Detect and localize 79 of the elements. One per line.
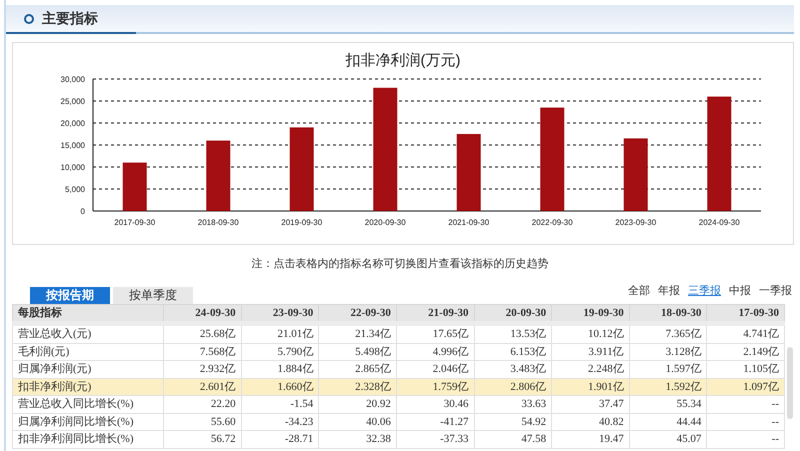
table-row[interactable]: 营业总收入同比增长(%) 22.20 -1.54 20.92 30.46 33.63 37.47 55.34 -- [12, 396, 784, 413]
table-cell: 32.38 [318, 430, 396, 448]
bar [206, 140, 230, 211]
column-header: 19-09-30 [552, 304, 630, 324]
table-cell: 2.932亿 [164, 360, 242, 378]
table-cell: 10.12亿 [552, 324, 630, 343]
table-cell: 19.47 [552, 430, 630, 448]
scrollbar-thumb[interactable] [787, 346, 793, 418]
filter-link[interactable]: 年报 [658, 283, 680, 300]
table-cell: -1.54 [241, 396, 319, 413]
tab[interactable]: 按单季度 [113, 286, 193, 304]
table-cell: 17.65亿 [396, 324, 474, 343]
y-tick-label: 0 [80, 207, 85, 216]
table-cell: 22.20 [164, 396, 242, 413]
table-cell: -28.71 [241, 430, 319, 448]
y-tick-label: 5,000 [64, 185, 85, 194]
table-cell: 1.884亿 [241, 360, 319, 378]
column-header: 17-09-30 [706, 304, 784, 324]
note-text: 注：点击表格内的指标名称可切换图片查看该指标的历史趋势 [252, 256, 548, 272]
column-header: 23-09-30 [241, 304, 319, 324]
column-header: 24-09-30 [164, 304, 242, 324]
table-cell: -- [706, 396, 784, 413]
column-header: 每股指标 [12, 304, 164, 324]
filter-link[interactable]: 三季报 [688, 283, 721, 300]
row-label[interactable]: 扣非净利润同比增长(%) [12, 430, 164, 448]
table-cell: 30.46 [396, 396, 474, 413]
table-cell: 1.105亿 [706, 360, 784, 378]
table-cell: 2.865亿 [318, 360, 396, 378]
x-tick-label: 2022-09-30 [532, 218, 573, 227]
table-cell: 7.365亿 [629, 324, 707, 343]
table-cell: 3.483亿 [474, 360, 552, 378]
table-cell: 47.58 [474, 430, 552, 448]
table-cell: 13.53亿 [474, 324, 552, 343]
x-tick-label: 2019-09-30 [281, 218, 322, 227]
chart-title: 扣非净利润(万元) [346, 50, 460, 70]
column-header: 20-09-30 [474, 304, 552, 324]
table-cell: 1.597亿 [629, 360, 707, 378]
table-cell: 21.34亿 [318, 324, 396, 343]
y-tick-label: 25,000 [60, 97, 85, 106]
column-header: 22-09-30 [318, 304, 396, 324]
table-cell: -- [706, 430, 784, 448]
table-cell: 20.92 [318, 396, 396, 413]
table-row[interactable]: 归属净利润同比增长(%) 55.60 -34.23 40.06 -41.27 54.92 40.82 44.44 -- [12, 413, 784, 430]
table-cell: 45.07 [629, 430, 707, 448]
table-row[interactable]: 归属净利润(元) 2.932亿 1.884亿 2.865亿 2.046亿 3.483亿 2.248亿 1.597亿 1.105亿 [12, 360, 784, 378]
table-cell: 37.47 [552, 396, 630, 413]
bar [122, 162, 147, 211]
table-cell: -37.33 [396, 430, 474, 448]
x-tick-label: 2017-09-30 [114, 218, 156, 227]
row-label[interactable]: 归属净利润(元) [12, 360, 164, 378]
filter-link[interactable]: 一季报 [759, 283, 792, 300]
x-tick-label: 2020-09-30 [364, 218, 406, 227]
filter-link[interactable]: 全部 [628, 283, 650, 300]
section-title: 主要指标 [42, 9, 98, 28]
x-tick-label: 2021-09-30 [448, 218, 490, 227]
table-cell: 56.72 [164, 430, 242, 448]
table-cell: 21.01亿 [241, 324, 319, 343]
table-row[interactable]: 毛利润(元) 7.568亿 5.790亿 5.498亿 4.996亿 6.153亿 3.911亿 3.128亿 2.149亿 [12, 343, 784, 360]
table-cell: 33.63 [474, 396, 552, 413]
filter-link[interactable]: 中报 [729, 283, 751, 300]
table-row[interactable]: 扣非净利润(元) 2.601亿 1.660亿 2.328亿 1.759亿 2.806亿 1.901亿 1.592亿 1.097亿 [12, 378, 784, 396]
table-row[interactable]: 扣非净利润同比增长(%) 56.72 -28.71 32.38 -37.33 47.58 19.47 45.07 -- [12, 430, 784, 448]
table-cell: 4.741亿 [706, 324, 784, 343]
y-tick-label: 30,000 [60, 75, 85, 84]
table-cell: 25.68亿 [164, 324, 242, 343]
column-header: 18-09-30 [629, 304, 707, 324]
row-label[interactable]: 营业总收入(元) [12, 324, 164, 343]
tab[interactable]: 按报告期 [30, 286, 110, 304]
y-tick-label: 10,000 [60, 163, 85, 172]
table-cell: 2.248亿 [552, 360, 630, 378]
y-tick-label: 20,000 [60, 119, 85, 128]
row-label[interactable]: 营业总收入同比增长(%) [12, 396, 164, 413]
x-tick-label: 2018-09-30 [198, 218, 239, 227]
x-tick-label: 2024-09-30 [698, 218, 740, 227]
column-header: 21-09-30 [396, 304, 474, 324]
x-tick-label: 2023-09-30 [615, 218, 656, 227]
table-cell: 2.046亿 [396, 360, 474, 378]
y-tick-label: 15,000 [60, 141, 85, 150]
table-cell: 55.34 [629, 396, 707, 413]
